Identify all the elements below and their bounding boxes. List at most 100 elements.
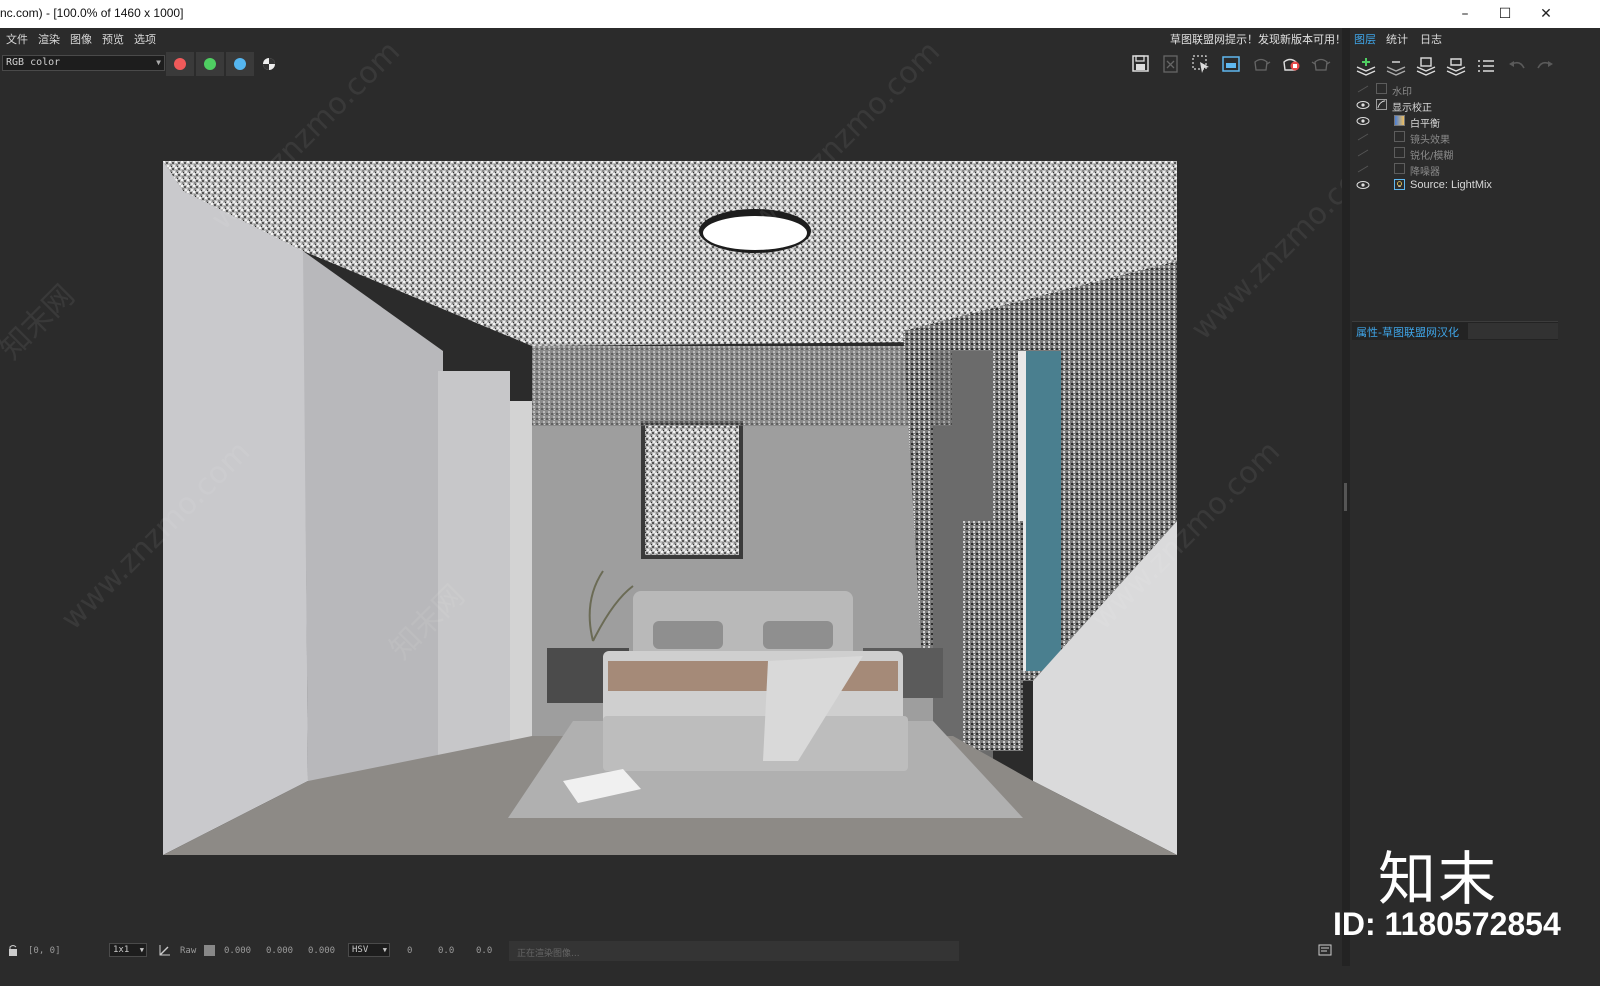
layer-row-lightmix[interactable]: Source: LightMix [1352, 177, 1558, 193]
zoom-select[interactable]: 1x1 ▼ [109, 943, 147, 957]
raw-value-r: 0.000 [224, 946, 252, 956]
render-canvas[interactable]: www.znzmo.com www.znzmo.com 知末网 www.znzm… [0, 34, 1387, 936]
layer-label: 镜头效果 [1410, 135, 1450, 146]
progress-text: 正在渲染图像... [517, 949, 580, 959]
brand-logo: 知末 [1378, 845, 1499, 913]
load-layer-icon[interactable] [1444, 56, 1468, 78]
teapot-outline-icon[interactable] [1310, 53, 1332, 75]
menu-image[interactable]: 图像 [70, 31, 92, 47]
color-picker-icon[interactable] [158, 943, 172, 957]
minimize-button[interactable]: – [1443, 0, 1487, 28]
layer-row-white-balance[interactable]: 白平衡 [1352, 113, 1558, 130]
color-swatch [204, 945, 215, 956]
hsv-value-h: 0 [407, 946, 413, 956]
region-render-icon[interactable] [1190, 53, 1212, 75]
layer-label: 显示校正 [1392, 103, 1432, 114]
white-balance-icon [1394, 115, 1405, 126]
watermark-text: 知末网 [0, 278, 82, 367]
remove-layer-icon[interactable] [1384, 56, 1408, 78]
layer-row-denoiser[interactable]: 降噪器 [1352, 161, 1558, 178]
green-channel-button[interactable] [196, 52, 224, 76]
denoiser-icon [1394, 163, 1405, 174]
window-title: nc.com) - [100.0% of 1460 x 1000] [0, 6, 184, 20]
teapot-icon[interactable] [1250, 53, 1272, 75]
resource-id: ID: 1180572854 [1333, 906, 1561, 942]
chevron-down-icon: ▼ [139, 946, 144, 954]
close-button[interactable]: ✕ [1524, 0, 1568, 28]
raw-value-g: 0.000 [266, 946, 294, 956]
save-layer-icon[interactable] [1414, 56, 1438, 78]
eye-icon[interactable] [1356, 100, 1370, 110]
menu-bar: 文件 渲染 图像 预览 选项 草图联盟网提示！发现新版本可用！ [0, 28, 1370, 49]
rendered-image [163, 161, 1177, 855]
list-icon[interactable] [1474, 56, 1498, 78]
menu-options[interactable]: 选项 [134, 31, 156, 47]
layer-label: 锐化/模糊 [1410, 151, 1454, 162]
alpha-channel-icon[interactable] [258, 53, 280, 75]
status-bar: [0, 0] 1x1 ▼ Raw 0.000 0.000 0.000 HSV ▼… [0, 938, 1342, 964]
color-mode-select[interactable]: HSV ▼ [348, 943, 390, 957]
red-dot-icon [174, 58, 186, 70]
redo-icon[interactable] [1534, 56, 1558, 78]
maximize-button[interactable]: ☐ [1483, 0, 1527, 28]
layer-row-sharpen-blur[interactable]: 锐化/模糊 [1352, 145, 1558, 162]
green-dot-icon [204, 58, 216, 70]
tab-layers[interactable]: 图层 [1354, 31, 1376, 48]
eye-hidden-icon[interactable] [1356, 148, 1370, 158]
layer-label: Source: LightMix [1410, 179, 1492, 191]
log-panel-icon[interactable] [1318, 943, 1332, 957]
chevron-down-icon: ▼ [156, 58, 161, 67]
layer-label: 白平衡 [1410, 119, 1440, 130]
hsv-value-s: 0.0 [438, 946, 455, 956]
zoom-select-value: 1x1 [113, 945, 130, 955]
menu-preview[interactable]: 预览 [102, 31, 124, 47]
save-icon[interactable] [1130, 53, 1152, 75]
lock-icon[interactable] [6, 943, 20, 957]
sharpen-icon [1394, 147, 1405, 158]
layer-row-lens-effects[interactable]: 镜头效果 [1352, 129, 1558, 146]
render-progress-bar: 正在渲染图像... [509, 941, 959, 961]
layer-row-watermark[interactable]: 水印 [1352, 81, 1558, 98]
pixel-coords: [0, 0] [28, 946, 61, 956]
layer-label: 水印 [1392, 87, 1412, 98]
follow-mouse-icon[interactable] [1220, 53, 1242, 75]
layer-row-display-correction[interactable]: 显示校正 [1352, 97, 1558, 114]
properties-label: 属性-草图联盟网汉化 [1356, 326, 1459, 339]
lens-effect-icon [1394, 131, 1405, 142]
add-layer-icon[interactable] [1354, 56, 1378, 78]
layer-label: 降噪器 [1410, 167, 1440, 178]
channel-select-value: RGB color [6, 57, 61, 68]
color-mode-value: HSV [352, 945, 369, 955]
toolbar: RGB color ▼ [0, 50, 1370, 78]
lightbulb-icon [1394, 179, 1405, 190]
eye-icon[interactable] [1356, 180, 1370, 190]
properties-field [1468, 323, 1558, 339]
undo-icon[interactable] [1504, 56, 1528, 78]
layers-panel: 图层 统计 日志 水印 显示校正 白平衡 镜头效果 锐化/模糊 降噪器 Sour… [1350, 28, 1600, 966]
red-channel-button[interactable] [166, 52, 194, 76]
hsv-value-v: 0.0 [476, 946, 493, 956]
tab-stats[interactable]: 统计 [1386, 31, 1408, 48]
eye-icon[interactable] [1356, 116, 1370, 126]
raw-label: Raw [180, 946, 197, 956]
menu-file[interactable]: 文件 [6, 31, 28, 47]
eye-hidden-icon[interactable] [1356, 132, 1370, 142]
menu-render[interactable]: 渲染 [38, 31, 60, 47]
raw-value-b: 0.000 [308, 946, 336, 956]
panel-splitter[interactable] [1342, 28, 1350, 966]
eye-hidden-icon[interactable] [1356, 164, 1370, 174]
blue-channel-button[interactable] [226, 52, 254, 76]
teapot-stop-icon[interactable] [1280, 53, 1302, 75]
update-notice[interactable]: 草图联盟网提示！发现新版本可用！ [1170, 31, 1346, 47]
title-bar: nc.com) - [100.0% of 1460 x 1000] – ☐ ✕ [0, 0, 1600, 29]
tab-log[interactable]: 日志 [1420, 31, 1442, 48]
chevron-down-icon: ▼ [382, 946, 387, 954]
layer-box-icon [1376, 83, 1387, 94]
blue-dot-icon [234, 58, 246, 70]
properties-bar: 属性-草图联盟网汉化 [1352, 321, 1558, 340]
eye-hidden-icon[interactable] [1356, 84, 1370, 94]
splitter-grip-icon[interactable] [1344, 483, 1347, 511]
curve-icon [1376, 99, 1387, 110]
clear-icon[interactable] [1160, 53, 1182, 75]
channel-select[interactable]: RGB color ▼ [2, 55, 165, 71]
